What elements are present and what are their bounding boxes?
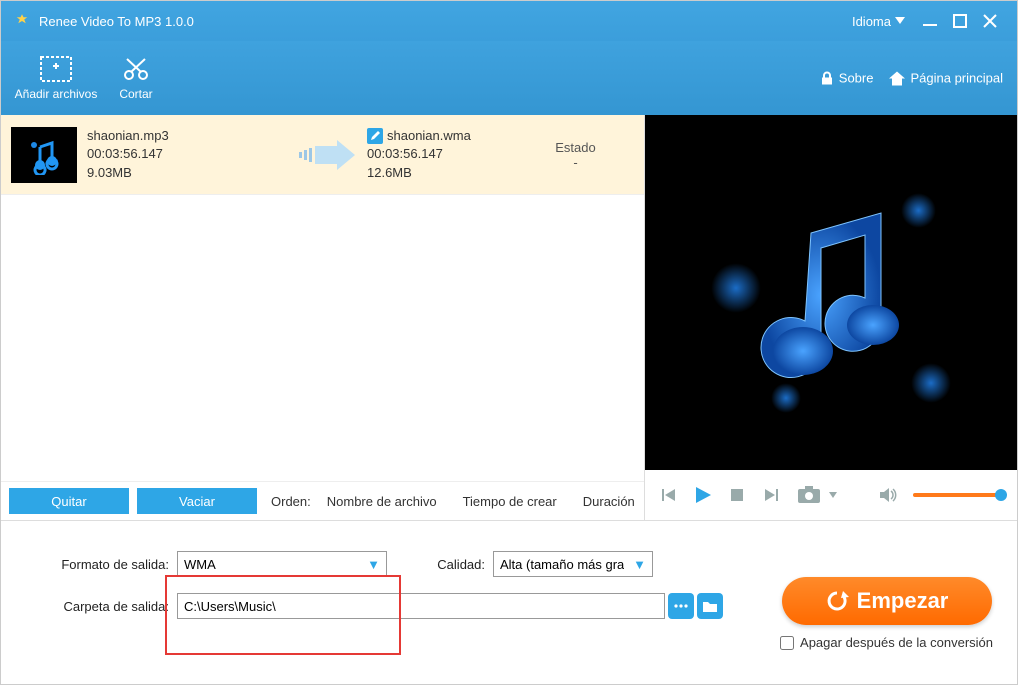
output-folder-label: Carpeta de salida: xyxy=(19,599,169,614)
stop-button[interactable] xyxy=(727,485,747,505)
folder-icon xyxy=(702,599,718,613)
quality-label: Calidad: xyxy=(415,557,485,572)
quality-value: Alta (tamaño más gra xyxy=(500,557,624,572)
source-size: 9.03MB xyxy=(87,164,287,182)
music-note-icon xyxy=(24,135,64,175)
next-button[interactable] xyxy=(761,485,781,505)
output-format-value: WMA xyxy=(184,557,216,572)
maximize-icon xyxy=(953,14,967,28)
language-label: Idioma xyxy=(852,14,891,29)
ellipsis-icon xyxy=(674,603,688,609)
chevron-down-icon xyxy=(895,17,905,25)
scissors-icon xyxy=(121,55,151,83)
output-format-combo[interactable]: WMA ▼ xyxy=(177,551,387,577)
order-label: Orden: xyxy=(271,494,311,509)
app-logo-icon xyxy=(13,12,31,30)
shutdown-text: Apagar después de la conversión xyxy=(800,635,993,650)
start-button[interactable]: Empezar xyxy=(782,577,992,625)
about-link[interactable]: Sobre xyxy=(820,71,874,86)
stop-icon xyxy=(730,488,744,502)
chevron-down-icon: ▼ xyxy=(367,557,380,572)
play-icon xyxy=(693,485,713,505)
home-icon xyxy=(889,71,905,85)
slider-knob[interactable] xyxy=(995,489,1007,501)
source-filename: shaonian.mp3 xyxy=(87,127,287,145)
skip-next-icon xyxy=(763,487,779,503)
target-duration: 00:03:56.147 xyxy=(367,145,517,163)
chevron-down-icon[interactable] xyxy=(829,490,837,500)
cut-label: Cortar xyxy=(119,87,152,101)
home-link[interactable]: Página principal xyxy=(889,71,1003,86)
skip-prev-icon xyxy=(661,487,677,503)
edit-icon[interactable] xyxy=(367,128,383,144)
open-folder-button[interactable] xyxy=(697,593,723,619)
app-title: Renee Video To MP3 1.0.0 xyxy=(39,14,194,29)
start-label: Empezar xyxy=(857,588,949,614)
maximize-button[interactable] xyxy=(945,9,975,33)
volume-slider[interactable] xyxy=(913,493,1003,497)
cut-button[interactable]: Cortar xyxy=(101,45,171,111)
target-size: 12.6MB xyxy=(367,164,517,182)
chevron-down-icon: ▼ xyxy=(633,557,646,572)
add-files-icon xyxy=(39,55,73,83)
output-folder-input[interactable] xyxy=(177,593,665,619)
status-header: Estado xyxy=(517,140,634,155)
file-list: shaonian.mp3 00:03:56.147 9.03MB shaonia… xyxy=(1,115,644,481)
close-icon xyxy=(983,14,997,28)
snapshot-button[interactable] xyxy=(795,485,823,505)
empty-button[interactable]: Vaciar xyxy=(137,488,257,514)
add-files-button[interactable]: Añadir archivos xyxy=(11,45,101,111)
preview-area xyxy=(645,115,1017,470)
more-button[interactable] xyxy=(668,593,694,619)
camera-icon xyxy=(797,486,821,504)
speaker-icon xyxy=(880,487,898,503)
language-dropdown[interactable]: Idioma xyxy=(852,14,905,29)
lock-icon xyxy=(820,71,834,85)
sort-by-duration[interactable]: Duración xyxy=(583,494,635,509)
file-row[interactable]: shaonian.mp3 00:03:56.147 9.03MB shaonia… xyxy=(1,115,644,195)
quality-combo[interactable]: Alta (tamaño más gra ▼ xyxy=(493,551,653,577)
minimize-button[interactable] xyxy=(915,9,945,33)
output-format-label: Formato de salida: xyxy=(19,557,169,572)
about-label: Sobre xyxy=(839,71,874,86)
minimize-icon xyxy=(923,14,937,28)
source-duration: 00:03:56.147 xyxy=(87,145,287,163)
close-button[interactable] xyxy=(975,9,1005,33)
home-label: Página principal xyxy=(910,71,1003,86)
shutdown-checkbox-label[interactable]: Apagar después de la conversión xyxy=(780,635,993,650)
file-thumbnail xyxy=(11,127,77,183)
refresh-icon xyxy=(825,589,849,613)
volume-button[interactable] xyxy=(879,485,899,505)
target-filename: shaonian.wma xyxy=(387,127,471,145)
remove-button[interactable]: Quitar xyxy=(9,488,129,514)
play-button[interactable] xyxy=(693,485,713,505)
arrow-right-icon xyxy=(297,140,357,170)
shutdown-checkbox[interactable] xyxy=(780,636,794,650)
prev-button[interactable] xyxy=(659,485,679,505)
sort-by-name[interactable]: Nombre de archivo xyxy=(327,494,437,509)
sort-by-time[interactable]: Tiempo de crear xyxy=(463,494,557,509)
status-value: - xyxy=(517,155,634,170)
add-files-label: Añadir archivos xyxy=(15,87,98,101)
